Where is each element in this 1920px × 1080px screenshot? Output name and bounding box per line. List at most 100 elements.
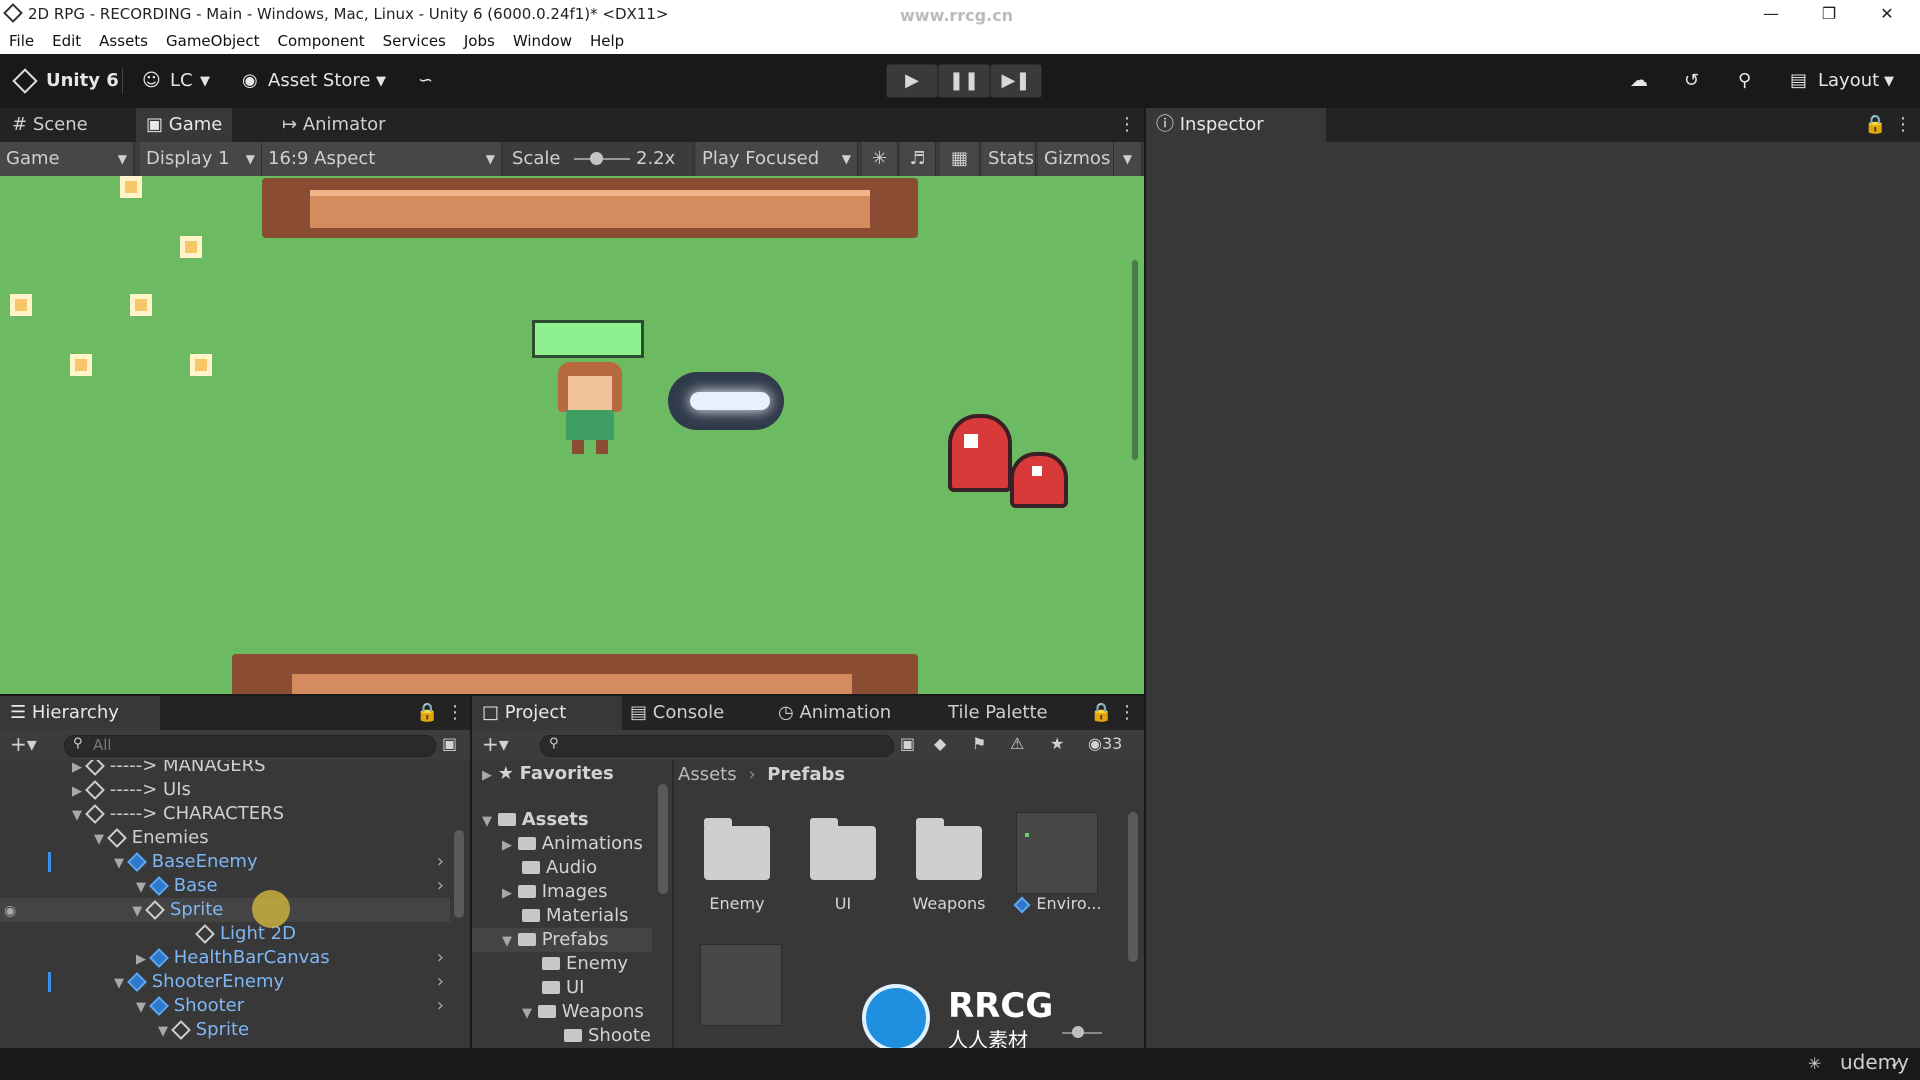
filter-type-icon[interactable]: ◆ — [934, 734, 946, 753]
asset-store-button[interactable]: Asset Store — [268, 70, 371, 91]
hierarchy-search-input[interactable]: ⚲ All — [64, 735, 436, 757]
warning-icon[interactable]: ⚠ — [1010, 734, 1024, 753]
game-view-scrollbar[interactable] — [1132, 260, 1138, 460]
gizmos-button[interactable]: Gizmos — [1038, 142, 1114, 176]
menu-jobs[interactable]: Jobs — [455, 28, 504, 54]
hidden-count-icon[interactable]: ◉33 — [1088, 734, 1122, 753]
list-item[interactable]: Audio — [472, 856, 597, 880]
list-item[interactable]: ▼ Weapons — [472, 1000, 644, 1024]
audio-icon[interactable]: ♬ — [900, 142, 936, 176]
folder-icon[interactable] — [810, 818, 876, 880]
prefab-thumbnail[interactable] — [1016, 812, 1098, 894]
layout-dropdown[interactable]: Layout — [1818, 70, 1879, 91]
cloud-icon[interactable]: ☁ — [1630, 70, 1648, 91]
stats-button[interactable]: Stats — [982, 142, 1036, 176]
bug-icon[interactable]: ✳ — [1808, 1054, 1821, 1073]
breadcrumb-item[interactable]: Prefabs — [767, 764, 845, 785]
tab-scene[interactable]: # Scene — [2, 108, 98, 142]
breadcrumb-item[interactable]: Assets — [678, 764, 737, 785]
favorite-icon[interactable]: ★ — [1050, 734, 1064, 753]
tab-menu-icon[interactable]: ⋮ — [1108, 696, 1146, 730]
list-item[interactable]: ▼ Enemies — [0, 826, 209, 850]
tab-game[interactable]: ▣ Game — [136, 108, 233, 142]
menu-gameobject[interactable]: GameObject — [157, 28, 269, 54]
search-options-icon[interactable]: ▣ — [900, 734, 915, 753]
tab-console[interactable]: ▤ Console — [620, 696, 734, 730]
chevron-right-icon[interactable]: › — [437, 850, 444, 874]
list-item[interactable]: Enemy — [472, 952, 628, 976]
list-item[interactable]: ▶ Animations — [472, 832, 643, 856]
bug-icon[interactable]: ✳ — [862, 142, 898, 176]
account-icon[interactable]: ☺ — [142, 70, 161, 91]
maximize-button[interactable]: ❐ — [1806, 2, 1852, 26]
tab-inspector[interactable]: ⓘ Inspector — [1146, 108, 1326, 142]
version-control-icon[interactable]: ∽ — [418, 70, 433, 91]
notification-icon[interactable]: ✓ — [1890, 1054, 1903, 1073]
list-item[interactable]: ▶ Images — [472, 880, 608, 904]
prefab-thumbnail[interactable] — [700, 944, 782, 1026]
list-item[interactable]: ▼ Assets — [472, 808, 589, 832]
search-icon[interactable]: ⚲ — [1738, 70, 1751, 91]
account-dropdown[interactable]: LC — [170, 70, 193, 91]
close-button[interactable]: ✕ — [1864, 2, 1910, 26]
scale-slider-handle[interactable] — [590, 152, 603, 165]
play-mode-dropdown[interactable]: Play Focused ▼ — [696, 142, 858, 176]
menu-services[interactable]: Services — [374, 28, 455, 54]
tab-animation[interactable]: ◷ Animation — [768, 696, 901, 730]
list-item[interactable]: UI — [472, 976, 584, 1000]
add-button[interactable]: +▾ — [10, 732, 37, 756]
list-item[interactable]: ▶ -----> UIs — [0, 778, 191, 802]
menu-file[interactable]: File — [0, 28, 43, 54]
eye-icon[interactable]: ◉ — [4, 903, 16, 919]
list-item[interactable]: ▶ -----> MANAGERS — [0, 760, 266, 778]
list-item[interactable]: ▼ BaseEnemy › — [0, 850, 450, 874]
aspect-dropdown[interactable]: 16:9 Aspect ▼ — [262, 142, 502, 176]
list-item[interactable]: ◉ ▼ Sprite — [0, 898, 450, 922]
tab-animator[interactable]: ↦ Animator — [272, 108, 396, 142]
step-button[interactable]: ▶❚ — [990, 64, 1042, 98]
chevron-right-icon[interactable]: › — [437, 970, 444, 994]
list-item[interactable]: Materials — [472, 904, 629, 928]
folder-icon[interactable] — [916, 818, 982, 880]
menu-component[interactable]: Component — [269, 28, 374, 54]
tab-tile-palette[interactable]: Tile Palette — [938, 696, 1058, 730]
chevron-down-icon[interactable]: ▼ — [1114, 142, 1142, 176]
game-view[interactable] — [0, 176, 1144, 694]
list-item[interactable]: ▶ HealthBarCanvas › — [0, 946, 450, 970]
list-item[interactable]: ▼ Shooter › — [0, 994, 450, 1018]
hierarchy-scrollbar[interactable] — [454, 830, 464, 918]
chevron-right-icon[interactable]: › — [437, 994, 444, 1018]
pause-button[interactable]: ❚❚ — [938, 64, 990, 98]
tab-project[interactable]: □ Project — [472, 696, 622, 730]
list-item[interactable]: ▼ Base › — [0, 874, 450, 898]
project-search-input[interactable]: ⚲ — [540, 735, 894, 757]
grid-icon[interactable]: ▦ — [940, 142, 980, 176]
list-item[interactable]: Light 2D — [0, 922, 296, 946]
play-button[interactable]: ▶ — [886, 64, 938, 98]
game-view-dropdown[interactable]: Game ▼ — [0, 142, 134, 176]
display-dropdown[interactable]: Display 1 ▼ — [140, 142, 262, 176]
list-item[interactable]: ▼ -----> CHARACTERS — [0, 802, 284, 826]
chevron-right-icon[interactable]: › — [437, 874, 444, 898]
tab-hierarchy[interactable]: ☰ Hierarchy — [0, 696, 160, 730]
history-icon[interactable]: ↺ — [1684, 70, 1699, 91]
add-button[interactable]: +▾ — [482, 732, 509, 756]
list-item[interactable]: Shoote — [472, 1024, 651, 1048]
tab-menu-icon[interactable]: ⋮ — [1108, 108, 1146, 142]
list-item[interactable]: ▼ Sprite — [0, 1018, 249, 1042]
minimize-button[interactable]: — — [1748, 2, 1794, 26]
tab-menu-icon[interactable]: ⋮ — [436, 696, 474, 730]
tab-menu-icon[interactable]: ⋮ — [1884, 108, 1920, 142]
search-options-icon[interactable]: ▣ — [442, 734, 457, 753]
scale-control[interactable]: Scale 2.2x — [506, 142, 694, 176]
folder-icon[interactable] — [704, 818, 770, 880]
list-item[interactable]: ▼ ShooterEnemy › — [0, 970, 450, 994]
menu-assets[interactable]: Assets — [90, 28, 157, 54]
chevron-right-icon[interactable]: › — [437, 946, 444, 970]
folder-tree-scrollbar[interactable] — [658, 784, 668, 894]
menu-window[interactable]: Window — [504, 28, 581, 54]
list-item[interactable]: ▶ ★ Favorites — [472, 762, 614, 786]
label-icon[interactable]: ⚑ — [972, 734, 986, 753]
menu-help[interactable]: Help — [581, 28, 633, 54]
asset-grid-scrollbar[interactable] — [1128, 812, 1138, 962]
